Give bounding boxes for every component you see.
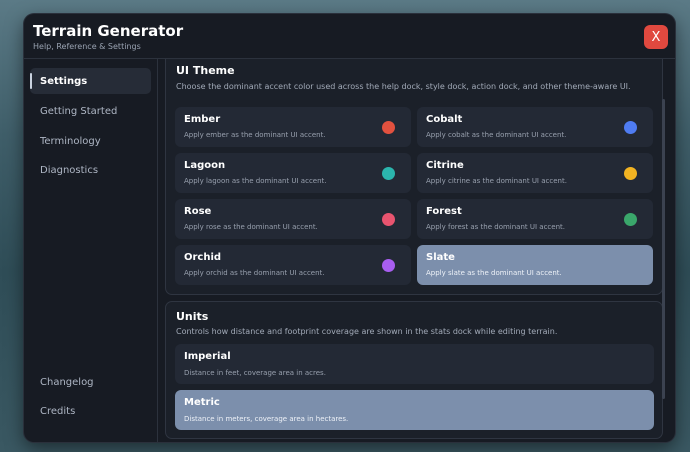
sidebar-item-terminology[interactable]: Terminology — [30, 128, 151, 154]
unit-desc: Distance in meters, coverage area in hec… — [184, 415, 349, 423]
theme-desc: Apply cobalt as the dominant UI accent. — [426, 131, 567, 139]
units-description: Controls how distance and footprint cove… — [176, 327, 558, 336]
ui-theme-description: Choose the dominant accent color used ac… — [176, 82, 631, 91]
theme-desc: Apply orchid as the dominant UI accent. — [184, 269, 325, 277]
color-swatch-icon — [382, 121, 395, 134]
unit-option-imperial[interactable]: Imperial Distance in feet, coverage area… — [175, 344, 654, 384]
theme-option-orchid[interactable]: Orchid Apply orchid as the dominant UI a… — [175, 245, 411, 285]
theme-desc: Apply forest as the dominant UI accent. — [426, 223, 565, 231]
close-icon: X — [651, 29, 661, 45]
theme-name: Citrine — [426, 160, 464, 171]
theme-option-forest[interactable]: Forest Apply forest as the dominant UI a… — [417, 199, 653, 239]
color-swatch-icon — [382, 259, 395, 272]
theme-name: Forest — [426, 206, 462, 217]
ui-theme-title: UI Theme — [176, 64, 235, 77]
theme-name: Orchid — [184, 252, 222, 263]
theme-desc: Apply ember as the dominant UI accent. — [184, 131, 326, 139]
color-swatch-icon — [382, 213, 395, 226]
color-swatch-icon — [624, 121, 637, 134]
color-swatch-icon — [624, 167, 637, 180]
color-swatch-icon — [382, 167, 395, 180]
settings-content[interactable]: UI Theme Choose the dominant accent colo… — [165, 59, 667, 442]
theme-name: Ember — [184, 114, 221, 125]
unit-option-metric[interactable]: Metric Distance in meters, coverage area… — [175, 390, 654, 430]
theme-option-citrine[interactable]: Citrine Apply citrine as the dominant UI… — [417, 153, 653, 193]
close-button[interactable]: X — [644, 25, 668, 49]
theme-option-slate[interactable]: Slate Apply slate as the dominant UI acc… — [417, 245, 653, 285]
window-title: Terrain Generator — [33, 22, 184, 40]
units-title: Units — [176, 310, 209, 323]
theme-desc: Apply lagoon as the dominant UI accent. — [184, 177, 327, 185]
units-section: Units Controls how distance and footprin… — [165, 301, 663, 439]
window-header: Terrain Generator Help, Reference & Sett… — [24, 14, 675, 59]
theme-name: Cobalt — [426, 114, 463, 125]
sidebar-item-getting-started[interactable]: Getting Started — [30, 98, 151, 124]
theme-desc: Apply citrine as the dominant UI accent. — [426, 177, 567, 185]
theme-option-cobalt[interactable]: Cobalt Apply cobalt as the dominant UI a… — [417, 107, 653, 147]
ui-theme-section: UI Theme Choose the dominant accent colo… — [165, 59, 663, 295]
sidebar-item-settings[interactable]: Settings — [30, 68, 151, 94]
sidebar-item-changelog[interactable]: Changelog — [30, 369, 151, 395]
unit-name: Metric — [184, 397, 220, 408]
theme-option-lagoon[interactable]: Lagoon Apply lagoon as the dominant UI a… — [175, 153, 411, 193]
sidebar: Settings Getting Started Terminology Dia… — [24, 59, 158, 442]
theme-desc: Apply slate as the dominant UI accent. — [426, 269, 562, 277]
theme-option-rose[interactable]: Rose Apply rose as the dominant UI accen… — [175, 199, 411, 239]
help-settings-window: Terrain Generator Help, Reference & Sett… — [24, 14, 675, 442]
color-swatch-icon — [624, 213, 637, 226]
theme-name: Slate — [426, 252, 455, 263]
sidebar-item-diagnostics[interactable]: Diagnostics — [30, 157, 151, 183]
theme-desc: Apply rose as the dominant UI accent. — [184, 223, 318, 231]
theme-name: Lagoon — [184, 160, 226, 171]
theme-name: Rose — [184, 206, 212, 217]
theme-option-ember[interactable]: Ember Apply ember as the dominant UI acc… — [175, 107, 411, 147]
content-scrollbar[interactable] — [662, 99, 665, 399]
sidebar-item-credits[interactable]: Credits — [30, 398, 151, 424]
unit-desc: Distance in feet, coverage area in acres… — [184, 369, 326, 377]
unit-name: Imperial — [184, 351, 231, 362]
window-subtitle: Help, Reference & Settings — [33, 42, 141, 51]
